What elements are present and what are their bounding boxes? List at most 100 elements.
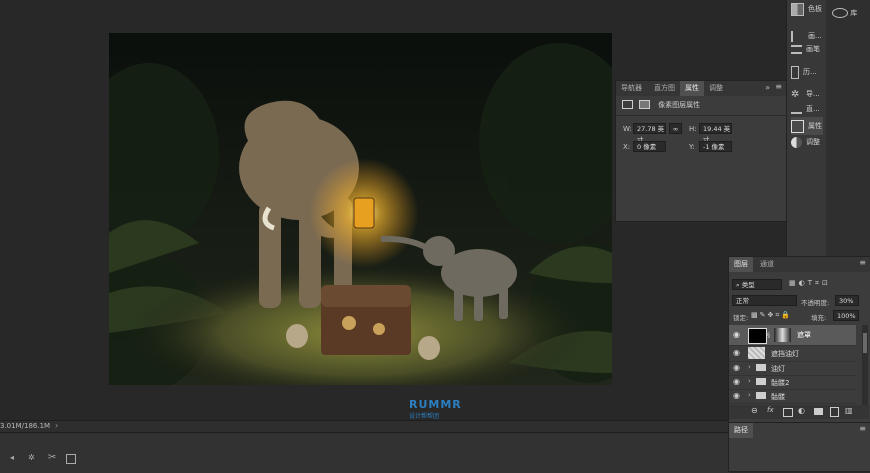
opacity-label: 不透明度:: [801, 299, 830, 307]
dock-item-label: 直...: [806, 105, 820, 113]
pixel-layer-icon: [622, 100, 633, 109]
layer-row[interactable]: ◉ 遮挡油灯: [729, 345, 856, 362]
paths-panel: 路径 ≡: [728, 422, 870, 472]
filter-icons[interactable]: ▦◐T⌗⊡: [789, 279, 859, 290]
lock-icons[interactable]: ▩✎✥⌗🔒: [751, 311, 792, 320]
document-canvas[interactable]: [109, 33, 612, 385]
chain-icon: §: [767, 332, 770, 339]
scissors-icon[interactable]: ✂: [48, 452, 56, 463]
eye-icon[interactable]: ◉: [733, 331, 742, 339]
library-label: 库: [850, 9, 858, 17]
layer-thumbnail: [748, 328, 767, 344]
properties-tab-bar: 导航器 直方图 属性 调整 » ≡: [616, 81, 786, 96]
dock-item-label: 画...: [808, 32, 822, 40]
layer-row[interactable]: ◉ › 骷髅: [729, 389, 856, 404]
chevron-right-icon[interactable]: ›: [748, 377, 751, 385]
library-tab[interactable]: 库: [832, 8, 857, 22]
eye-icon[interactable]: ◉: [733, 392, 742, 400]
dock-item-label: 历...: [803, 68, 817, 76]
layer-filter-select[interactable]: ⌕ 类型: [732, 279, 782, 290]
width-label: W:: [623, 125, 632, 133]
eye-icon[interactable]: ◉: [733, 364, 742, 372]
layer-name: 骷髅: [771, 393, 785, 401]
layer-row[interactable]: ◉ › 骷髅2: [729, 375, 856, 390]
layers-scrollbar[interactable]: [862, 325, 868, 405]
fill-label: 填充:: [811, 314, 827, 322]
folder-icon: [756, 378, 766, 385]
tab-navigator[interactable]: 导航器: [616, 81, 647, 96]
library-icon: [832, 8, 848, 18]
eye-icon[interactable]: ◉: [733, 349, 742, 357]
height-label: H:: [689, 125, 697, 133]
layer-row[interactable]: ◉ › 油灯: [729, 361, 856, 376]
layers-toolbar: ⊖ fx ◐ ▥: [729, 405, 869, 419]
status-bar: 3.01M/186.1M ›: [0, 420, 730, 432]
timeline-controls: ◂ ✲ ✂: [6, 452, 88, 465]
dock-item-histogram[interactable]: 直...: [791, 100, 820, 118]
height-field[interactable]: 19.44 英寸: [699, 123, 732, 144]
doc-size-readout: 3.01M/186.1M: [0, 422, 51, 430]
panel-menu-icon[interactable]: ≡: [859, 424, 866, 433]
layer-mask-thumbnail: [774, 328, 791, 342]
layer-thumbnail: [748, 347, 765, 359]
panel-collapse-icon[interactable]: »: [765, 83, 770, 92]
panel-menu-icon[interactable]: ≡: [775, 82, 782, 91]
dock-item-history[interactable]: 历...: [791, 63, 817, 81]
tab-layers[interactable]: 图层: [729, 257, 753, 272]
chevron-right-icon[interactable]: ›: [748, 391, 751, 399]
tab-paths[interactable]: 路径: [729, 423, 753, 438]
layer-name: 骷髅2: [771, 379, 790, 387]
properties-panel: 导航器 直方图 属性 调整 » ≡ 像素图层属性 W: 27.78 英寸 ∞ H…: [615, 80, 787, 222]
play-back-icon[interactable]: ◂: [10, 453, 14, 462]
panel-menu-icon[interactable]: ≡: [859, 258, 866, 267]
tab-histogram[interactable]: 直方图: [649, 81, 680, 96]
dock-item-label: 画笔: [806, 45, 820, 53]
link-layers-icon[interactable]: ⊖: [751, 406, 758, 415]
timeline-panel: ◂ ✲ ✂: [0, 432, 730, 473]
y-label: Y:: [689, 143, 695, 151]
dock-item-adjustments[interactable]: 调整: [791, 133, 820, 151]
tab-adjustments[interactable]: 调整: [704, 81, 728, 96]
fill-field[interactable]: 100%: [833, 310, 859, 321]
status-menu-arrow[interactable]: ›: [55, 421, 58, 430]
opacity-field[interactable]: 30%: [835, 295, 859, 306]
new-layer-icon[interactable]: [830, 407, 839, 417]
blend-mode-select[interactable]: 正常: [732, 295, 797, 306]
dock-item-label: 调整: [806, 138, 820, 146]
layer-name: 油灯: [771, 365, 785, 373]
scrollbar-thumb[interactable]: [863, 333, 867, 353]
trash-icon[interactable]: ▥: [845, 406, 853, 415]
add-mask-icon[interactable]: [783, 408, 793, 417]
mask-icon: [638, 100, 650, 109]
eye-icon[interactable]: ◉: [733, 378, 742, 386]
new-group-icon[interactable]: [814, 408, 823, 415]
chevron-right-icon[interactable]: ›: [748, 363, 751, 371]
adjustment-layer-icon[interactable]: ◐: [798, 406, 805, 415]
dock-item-swatches[interactable]: 色板: [791, 0, 822, 18]
settings-gear-icon[interactable]: ✲: [28, 453, 35, 462]
link-icon[interactable]: ∞: [669, 123, 682, 134]
properties-icon: [791, 119, 804, 133]
properties-header: 像素图层属性: [622, 100, 700, 112]
x-field[interactable]: 0 像素: [633, 141, 666, 152]
histogram-icon: [791, 105, 802, 114]
layer-name: 遮罩: [797, 331, 811, 339]
dock-item-label: 属性: [808, 122, 822, 130]
fx-icon[interactable]: fx: [767, 406, 774, 414]
tab-properties[interactable]: 属性: [680, 81, 704, 96]
canvas-artwork: [109, 33, 612, 385]
folder-icon: [756, 392, 766, 399]
dock-item-brush-settings[interactable]: 画笔: [791, 40, 820, 58]
properties-header-label: 像素图层属性: [658, 101, 701, 109]
watermark-subtext: 设计帮帮团: [409, 413, 440, 420]
folder-icon: [756, 364, 766, 371]
dock-item-label: 色板: [808, 5, 822, 13]
x-label: X:: [623, 143, 631, 151]
y-field[interactable]: -1 像素: [699, 141, 732, 152]
navigator-icon: ✲: [791, 88, 800, 100]
width-field[interactable]: 27.78 英寸: [633, 123, 666, 144]
layer-row[interactable]: ◉ § 遮罩: [729, 325, 856, 346]
filter-label: 类型: [741, 281, 755, 289]
tab-channels[interactable]: 通道: [755, 257, 779, 272]
transition-icon[interactable]: [66, 454, 76, 464]
